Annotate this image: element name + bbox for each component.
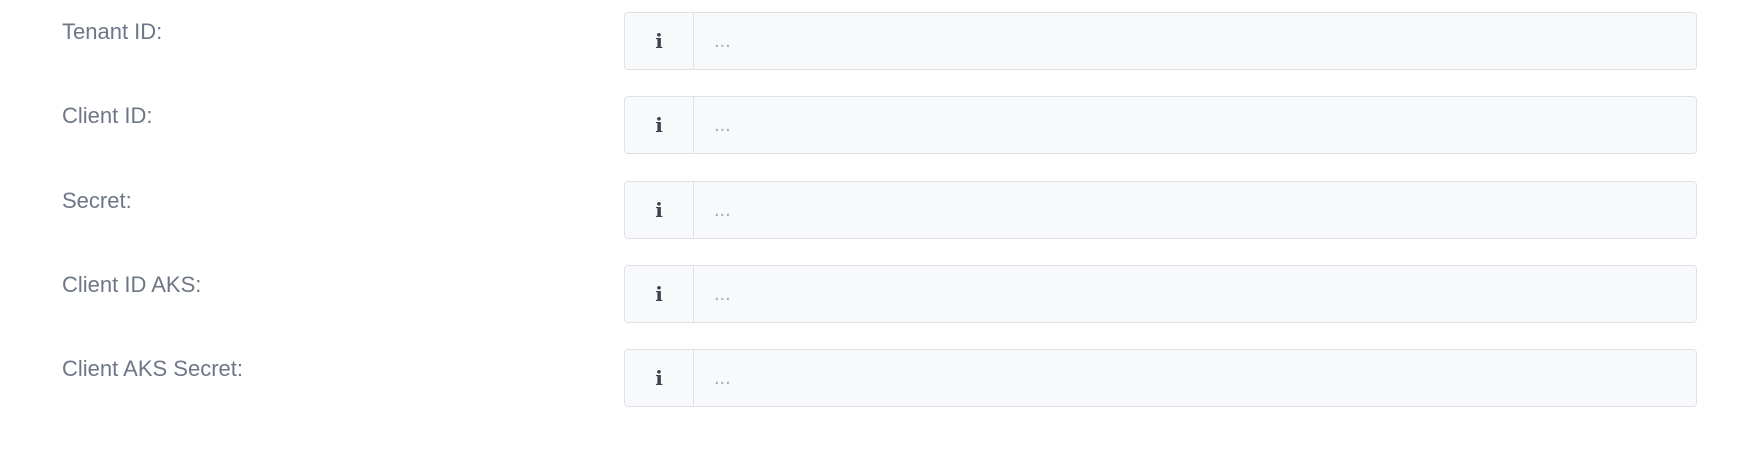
client-aks-secret-input-group: i xyxy=(624,349,1697,407)
info-addon[interactable]: i xyxy=(625,182,694,238)
secret-input-group: i xyxy=(624,181,1697,239)
tenant-id-label: Tenant ID: xyxy=(62,19,163,44)
form-row-secret: Secret: i xyxy=(0,181,1742,241)
secret-input[interactable] xyxy=(694,182,1696,238)
client-id-aks-input-group: i xyxy=(624,265,1697,323)
secret-label: Secret: xyxy=(62,188,132,213)
info-addon[interactable]: i xyxy=(625,13,694,69)
client-id-label: Client ID: xyxy=(62,103,153,128)
form-row-tenant-id: Tenant ID: i xyxy=(0,12,1742,72)
info-addon[interactable]: i xyxy=(625,350,694,406)
form-row-client-id-aks: Client ID AKS: i xyxy=(0,265,1742,325)
info-icon: i xyxy=(655,282,663,306)
client-id-input-group: i xyxy=(624,96,1697,154)
client-id-aks-label: Client ID AKS: xyxy=(62,272,202,297)
info-addon[interactable]: i xyxy=(625,97,694,153)
credentials-form: Tenant ID: i Client ID: i Secret: i Clie… xyxy=(0,0,1742,456)
client-id-aks-input[interactable] xyxy=(694,266,1696,322)
tenant-id-input-group: i xyxy=(624,12,1697,70)
info-addon[interactable]: i xyxy=(625,266,694,322)
tenant-id-input[interactable] xyxy=(694,13,1696,69)
form-row-client-id: Client ID: i xyxy=(0,96,1742,156)
form-row-client-aks-secret: Client AKS Secret: i xyxy=(0,349,1742,409)
client-aks-secret-input[interactable] xyxy=(694,350,1696,406)
client-id-input[interactable] xyxy=(694,97,1696,153)
info-icon: i xyxy=(655,198,663,222)
info-icon: i xyxy=(655,366,663,390)
client-aks-secret-label: Client AKS Secret: xyxy=(62,356,243,381)
info-icon: i xyxy=(655,29,663,53)
info-icon: i xyxy=(655,113,663,137)
